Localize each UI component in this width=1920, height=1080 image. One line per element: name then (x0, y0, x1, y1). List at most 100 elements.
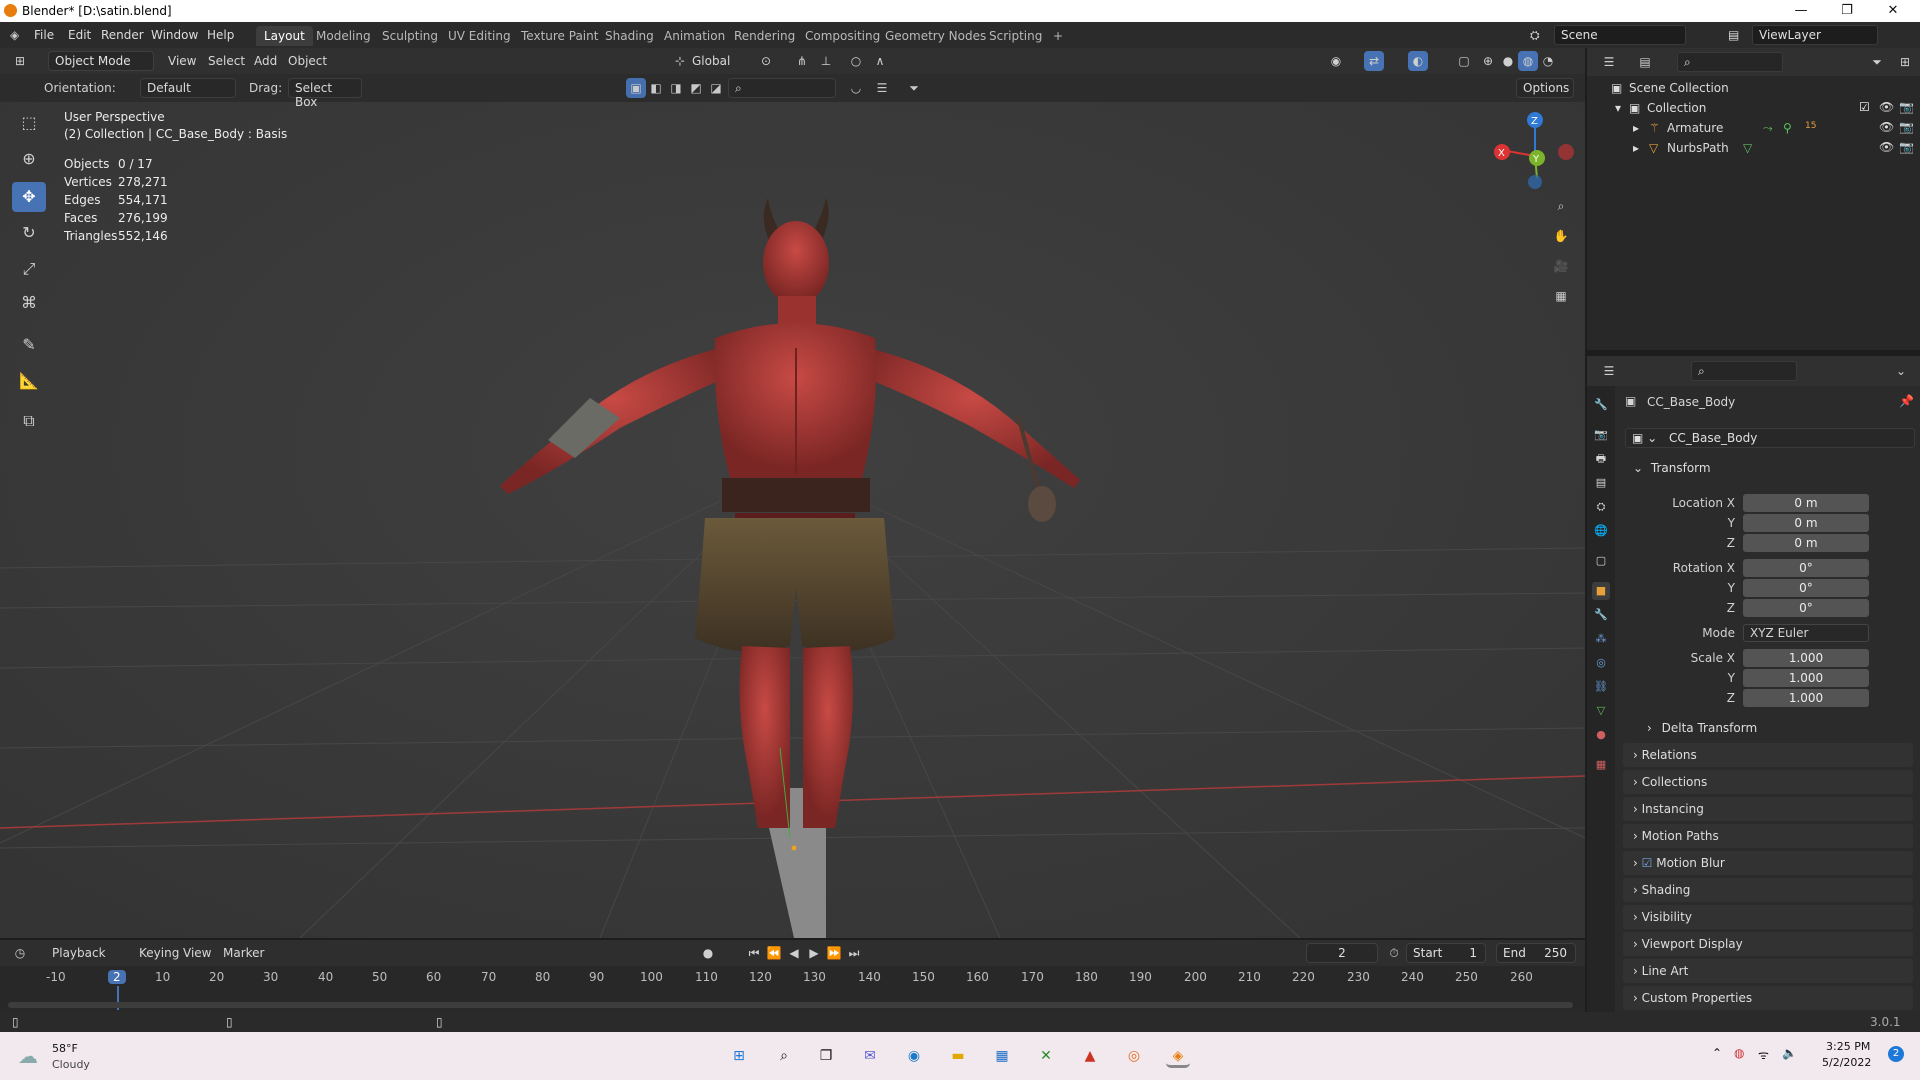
start-button-icon[interactable]: ⊞ (727, 1044, 751, 1068)
orientation-dropdown[interactable]: Default (140, 78, 236, 98)
visibility-eye-icon[interactable]: 👁 (1879, 120, 1894, 134)
measure-tool-icon[interactable]: 📐 (12, 366, 46, 396)
render-camera-icon[interactable]: 📷 (1899, 120, 1914, 134)
current-frame-field[interactable]: 2 (1306, 943, 1378, 963)
clock-date[interactable]: 5/2/2022 (1822, 1056, 1871, 1069)
scale-x-field[interactable]: 1.000 (1743, 649, 1869, 667)
rotate-tool-icon[interactable]: ↻ (12, 218, 46, 248)
editor-type-icon[interactable]: ⊞ (10, 51, 30, 71)
weather-desc[interactable]: Cloudy (52, 1058, 90, 1071)
jump-start-icon[interactable]: ⏮ (744, 943, 764, 963)
select-mode-subtract-icon[interactable]: ◨ (666, 78, 686, 98)
add-cube-tool-icon[interactable]: ⧉ (12, 406, 46, 436)
filter-icon[interactable]: ⏷ (1867, 52, 1887, 72)
material-tab-icon[interactable]: ● (1592, 726, 1610, 744)
solid-shading-icon[interactable]: ● (1498, 51, 1518, 71)
world-tab-icon[interactable]: 🌐 (1592, 522, 1610, 540)
outliner-row-armature[interactable]: ▸ ⚚ Armature ⤳ ⚲ 15 👁 📷 (1587, 118, 1920, 138)
menu-window[interactable]: Window (151, 28, 198, 42)
filter-icon[interactable]: ⏷ (904, 78, 924, 98)
perspective-toggle-icon[interactable]: ▦ (1551, 286, 1571, 306)
expand-arrow-icon[interactable]: ▸ (1633, 121, 1639, 135)
pin-icon[interactable]: 📌 (1899, 394, 1914, 408)
constraints-tab-icon[interactable]: ⛓ (1592, 678, 1610, 696)
scene-selector[interactable]: Scene (1554, 25, 1686, 45)
relations-panel[interactable]: › Relations (1623, 743, 1913, 767)
hierarchy-icon[interactable]: ☰ (872, 78, 892, 98)
tab-compositing[interactable]: Compositing (797, 26, 888, 46)
wireframe-shading-icon[interactable]: ⊕ (1478, 51, 1498, 71)
properties-editor-icon[interactable]: ☰ (1599, 361, 1619, 381)
maximize-button[interactable]: ❐ (1824, 0, 1870, 22)
scene-tab-icon[interactable]: ⛭ (1592, 498, 1610, 516)
properties-search[interactable]: ⌕ (1691, 361, 1797, 381)
object-tab-icon[interactable]: ■ (1592, 582, 1610, 600)
physics-tab-icon[interactable]: ◎ (1592, 654, 1610, 672)
annotate-tool-icon[interactable]: ✎ (12, 330, 46, 360)
viewport-search-field[interactable]: ⌕ (728, 78, 836, 98)
select-mode-intersect-icon[interactable]: ◪ (706, 78, 726, 98)
select-mode-extend-icon[interactable]: ◧ (646, 78, 666, 98)
xray-icon[interactable]: ▢ (1454, 51, 1474, 71)
overlay-toggle-icon[interactable]: ◐ (1408, 51, 1428, 71)
notification-badge[interactable]: 2 (1888, 1046, 1904, 1062)
tab-sculpting[interactable]: Sculpting (374, 26, 446, 46)
menu-file[interactable]: File (34, 28, 54, 42)
scale-y-field[interactable]: 1.000 (1743, 669, 1869, 687)
texture-tab-icon[interactable]: ▦ (1592, 756, 1610, 774)
menu-edit[interactable]: Edit (68, 28, 91, 42)
outliner-row-scene-collection[interactable]: ▣ Scene Collection (1587, 78, 1920, 98)
menu-help[interactable]: Help (207, 28, 234, 42)
menu-object[interactable]: Object (288, 54, 327, 68)
pan-hand-icon[interactable]: ✋ (1551, 226, 1571, 246)
motion-blur-panel[interactable]: › ☑ Motion Blur (1623, 851, 1913, 875)
motion-blur-checkbox[interactable]: ☑ (1642, 856, 1653, 870)
tab-scripting[interactable]: Scripting (981, 26, 1050, 46)
move-tool-icon[interactable]: ✥ (12, 182, 46, 212)
file-explorer-icon[interactable]: ▬ (946, 1044, 970, 1068)
minimize-button[interactable]: — (1778, 0, 1824, 22)
chat-icon[interactable]: ✉ (858, 1044, 882, 1068)
tool-tab-icon[interactable]: 🔧 (1592, 396, 1610, 414)
tab-texture-paint[interactable]: Texture Paint (513, 26, 606, 46)
outliner-row-nurbspath[interactable]: ▸ ▽ NurbsPath ▽ 👁 📷 (1587, 138, 1920, 158)
menu-view[interactable]: View (168, 54, 196, 68)
options-dropdown[interactable]: Options (1516, 78, 1574, 98)
particles-tab-icon[interactable]: ⁂ (1592, 630, 1610, 648)
outliner-editor-icon[interactable]: ☰ (1599, 52, 1619, 72)
add-workspace-button[interactable]: + (1045, 26, 1071, 46)
view-layer-tab-icon[interactable]: ▤ (1592, 474, 1610, 492)
expand-arrow-icon[interactable]: ▾ (1615, 101, 1621, 115)
menu-select[interactable]: Select (208, 54, 245, 68)
motion-paths-panel[interactable]: › Motion Paths (1623, 824, 1913, 848)
show-hidden-icons[interactable]: ⌃ (1712, 1046, 1722, 1060)
search-icon[interactable]: ⌕ (772, 1044, 796, 1068)
display-mode-icon[interactable]: ▤ (1635, 52, 1655, 72)
location-z-field[interactable]: 0 m (1743, 534, 1869, 552)
select-mode-new-icon[interactable]: ▣ (626, 78, 646, 98)
start-frame-field[interactable]: Start 1 (1406, 943, 1486, 963)
xbox-icon[interactable]: ✕ (1034, 1044, 1058, 1068)
clock-time[interactable]: 3:25 PM (1826, 1040, 1870, 1053)
clock-icon[interactable]: ⏱ (1384, 943, 1404, 963)
menu-marker[interactable]: Marker (223, 946, 264, 960)
collection-tab-icon[interactable]: ▢ (1592, 552, 1610, 570)
data-tab-icon[interactable]: ▽ (1592, 702, 1610, 720)
rotation-x-field[interactable]: 0° (1743, 559, 1869, 577)
close-button[interactable]: ✕ (1870, 0, 1916, 22)
play-reverse-icon[interactable]: ◀ (784, 943, 804, 963)
proportional-edit-icon[interactable]: ○ (846, 51, 866, 71)
blender-menu-icon[interactable]: ◈ (10, 28, 19, 42)
viewport-display-panel[interactable]: › Viewport Display (1623, 932, 1913, 956)
gizmo-neg-z-axis[interactable] (1528, 175, 1542, 189)
render-camera-icon[interactable]: 📷 (1899, 140, 1914, 154)
pivot-point-icon[interactable]: ⊙ (756, 51, 776, 71)
zoom-icon[interactable]: ⌕ (1551, 196, 1571, 216)
record-icon[interactable]: ● (698, 943, 718, 963)
rotation-mode-dropdown[interactable]: XYZ Euler (1743, 624, 1869, 642)
end-frame-field[interactable]: End 250 (1496, 943, 1576, 963)
gizmo-toggle-icon[interactable]: ⇄ (1364, 51, 1384, 71)
line-art-panel[interactable]: › Line Art (1623, 959, 1913, 983)
select-box-tool-icon[interactable]: ⬚ (12, 108, 46, 138)
location-y-field[interactable]: 0 m (1743, 514, 1869, 532)
